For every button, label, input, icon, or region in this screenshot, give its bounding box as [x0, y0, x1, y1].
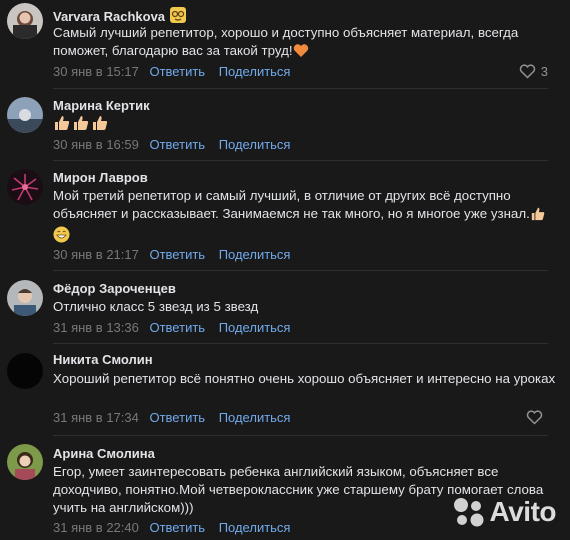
avatar-photo-icon [7, 3, 43, 39]
comment-date: 31 янв в 17:34 [53, 410, 139, 425]
avatar[interactable] [7, 444, 43, 480]
divider [53, 435, 548, 436]
author-name[interactable]: Арина Смолина [53, 446, 155, 461]
comment-text: Хороший репетитор всё понятно очень хоро… [53, 370, 558, 388]
comment-meta: 30 янв в 16:59 Ответить Поделиться [53, 137, 290, 152]
author-name[interactable]: Мирон Лавров [53, 170, 148, 185]
avatar[interactable] [7, 353, 43, 389]
reply-button[interactable]: Ответить [149, 137, 205, 152]
thumbs-up-emoji-icon [530, 206, 546, 226]
comment-meta: 30 янв в 15:17 Ответить Поделиться [53, 64, 290, 79]
orange-heart-emoji-icon [293, 43, 309, 63]
reply-button[interactable]: Ответить [149, 320, 205, 335]
comment-text-content: Хороший репетитор всё понятно очень хоро… [53, 371, 556, 386]
avatar[interactable] [7, 3, 43, 39]
comment-text: Самый лучший репетитор, хорошо и доступн… [53, 24, 558, 63]
comment-item: Varvara Rachkova Самый лучший репетитор,… [0, 0, 570, 89]
divider [53, 160, 548, 161]
thumbs-up-emoji-icon [53, 114, 109, 131]
like-button[interactable] [526, 410, 548, 425]
avito-logo-icon [453, 498, 484, 527]
share-button[interactable]: Поделиться [219, 410, 291, 425]
comment-meta: 31 янв в 17:34 Ответить Поделиться [53, 410, 290, 425]
comment-meta: 30 янв в 21:17 Ответить Поделиться [53, 247, 290, 262]
comment-meta: 31 янв в 22:40 Ответить Поделиться [53, 520, 290, 535]
author-name[interactable]: Марина Кертик [53, 98, 150, 113]
avatar-photo-icon [7, 169, 43, 205]
share-button[interactable]: Поделиться [219, 137, 291, 152]
comment-date: 30 янв в 21:17 [53, 247, 139, 262]
comment-item: Мирон Лавров Мой третий репетитор и самы… [0, 163, 570, 273]
share-button[interactable]: Поделиться [219, 520, 291, 535]
comment-meta: 31 янв в 13:36 Ответить Поделиться [53, 320, 290, 335]
avatar-photo-icon [7, 353, 43, 389]
comment-author[interactable]: Марина Кертик [53, 98, 150, 113]
divider [53, 343, 548, 344]
comment-text: Мой третий репетитор и самый лучший, в о… [53, 187, 558, 248]
author-name[interactable]: Никита Смолин [53, 352, 153, 367]
comment-author[interactable]: Никита Смолин [53, 352, 153, 367]
comment-item: Фёдор Зароченцев Отлично класс 5 звезд и… [0, 274, 570, 344]
comment-date: 31 янв в 22:40 [53, 520, 139, 535]
avatar-photo-icon [7, 280, 43, 316]
avatar-photo-icon [7, 97, 43, 133]
author-name[interactable]: Фёдор Зароченцев [53, 281, 176, 296]
like-count: 3 [540, 64, 548, 79]
comment-date: 30 янв в 16:59 [53, 137, 139, 152]
divider [53, 270, 548, 271]
heart-icon [519, 64, 535, 79]
avito-watermark: Avito [452, 496, 557, 528]
avatar[interactable] [7, 280, 43, 316]
divider [53, 88, 548, 89]
comment-item: Марина Кертик 30 янв в 16:59 Ответить По… [0, 90, 570, 161]
avatar[interactable] [7, 169, 43, 205]
comment-text: Отлично класс 5 звезд из 5 звезд [53, 298, 558, 316]
comment-text-content: Самый лучший репетитор, хорошо и доступн… [53, 25, 519, 58]
reply-button[interactable]: Ответить [149, 64, 205, 79]
grinning-emoji-icon [53, 226, 70, 248]
heart-icon [526, 410, 543, 425]
comment-author[interactable]: Мирон Лавров [53, 170, 148, 185]
comment-author[interactable]: Арина Смолина [53, 446, 155, 461]
comment-text-content: Отлично класс 5 звезд из 5 звезд [53, 299, 259, 314]
avito-wordmark: Avito [489, 496, 557, 527]
reply-button[interactable]: Ответить [149, 410, 205, 425]
share-button[interactable]: Поделиться [219, 247, 291, 262]
comment-text [53, 114, 558, 132]
reply-button[interactable]: Ответить [149, 247, 205, 262]
comment-author[interactable]: Фёдор Зароченцев [53, 281, 176, 296]
share-button[interactable]: Поделиться [219, 64, 291, 79]
reply-button[interactable]: Ответить [149, 520, 205, 535]
author-name[interactable]: Varvara Rachkova [53, 9, 165, 24]
avatar-photo-icon [7, 444, 43, 480]
comment-date: 31 янв в 13:36 [53, 320, 139, 335]
share-button[interactable]: Поделиться [219, 320, 291, 335]
like-button[interactable]: 3 [519, 64, 548, 79]
comment-item: Никита Смолин Хороший репетитор всё поня… [0, 347, 570, 436]
comment-text-content: Мой третий репетитор и самый лучший, в о… [53, 188, 530, 221]
avatar[interactable] [7, 97, 43, 133]
comment-date: 30 янв в 15:17 [53, 64, 139, 79]
